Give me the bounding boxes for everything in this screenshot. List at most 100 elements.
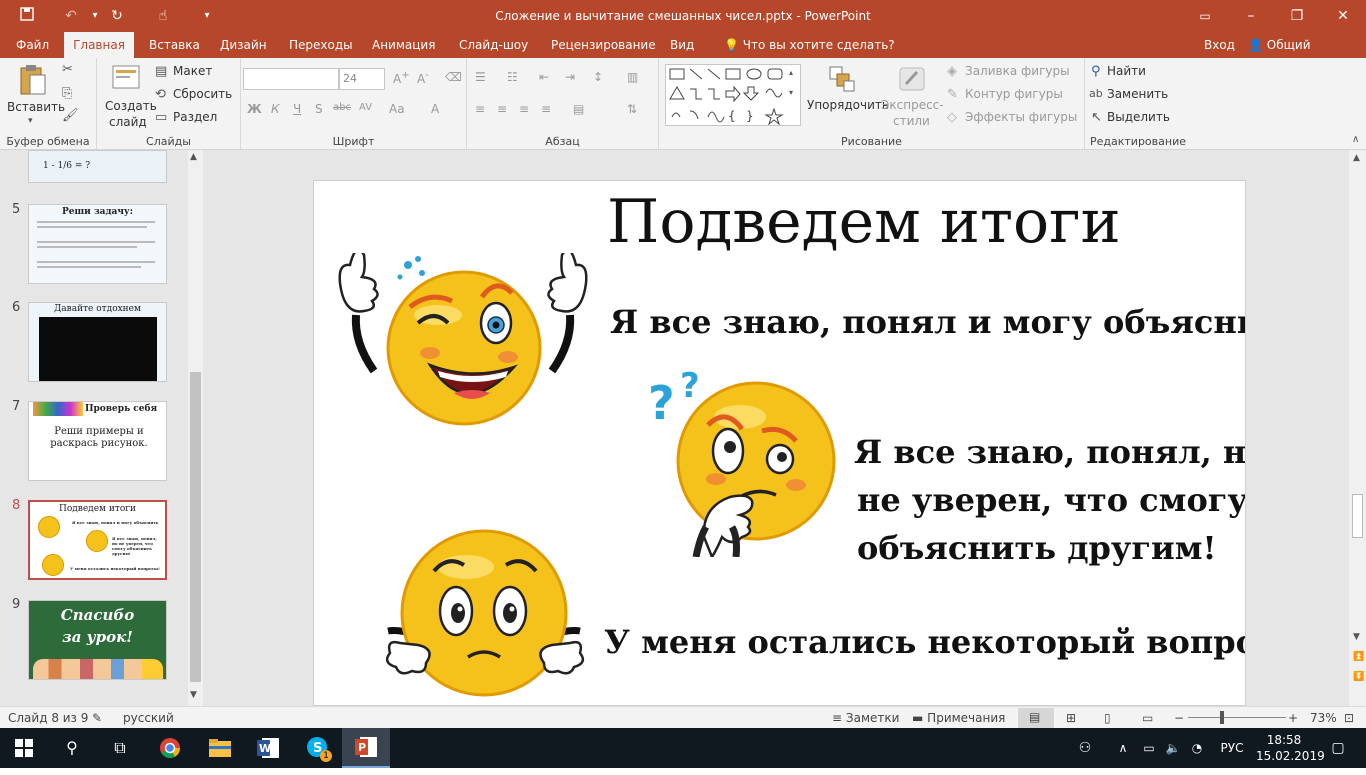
- show-hidden-icons[interactable]: ∧: [1112, 728, 1134, 768]
- canvas-scroll-thumb[interactable]: [1352, 494, 1363, 538]
- clock[interactable]: 18:58 15.02.2019: [1256, 732, 1325, 764]
- gallery-scroll-down-icon[interactable]: ▾: [789, 88, 793, 97]
- tab-slideshow[interactable]: Слайд-шоу: [451, 32, 536, 58]
- arrange-button[interactable]: Упорядочить: [807, 98, 889, 112]
- shadow-button[interactable]: S: [315, 102, 323, 116]
- next-slide-icon[interactable]: ⏬: [1353, 672, 1364, 682]
- underline-button[interactable]: Ч: [293, 102, 301, 116]
- find-button[interactable]: Найти: [1107, 64, 1146, 78]
- slide-line-2a[interactable]: Я все знаю, понял, но: [854, 433, 1245, 471]
- slide-line-1[interactable]: Я все знаю, понял и могу объяснить: [610, 303, 1245, 341]
- copy-icon[interactable]: ⎘: [62, 86, 72, 101]
- search-icon[interactable]: ⚲: [48, 728, 96, 768]
- prev-slide-icon[interactable]: ⏫: [1353, 652, 1364, 662]
- gallery-scroll-up-icon[interactable]: ▴: [789, 68, 793, 77]
- shapes-gallery[interactable]: {}: [665, 64, 801, 126]
- slide-thumbnail-8-selected[interactable]: Подведем итоги Я все знаю, понял и могу …: [28, 500, 167, 580]
- zoom-out-button[interactable]: −: [1174, 711, 1184, 725]
- bullets-icon[interactable]: ☰: [475, 70, 486, 84]
- shape-outline-button[interactable]: Контур фигуры: [965, 87, 1063, 101]
- slideshow-view-icon[interactable]: ▭: [1142, 711, 1153, 725]
- normal-view-button[interactable]: ▤: [1018, 708, 1054, 728]
- chrome-icon[interactable]: [146, 728, 194, 768]
- notes-button[interactable]: ≡ Заметки: [832, 711, 899, 725]
- grow-font-icon[interactable]: A+: [393, 70, 410, 86]
- fit-to-window-icon[interactable]: ⊡: [1344, 711, 1354, 725]
- font-size-field[interactable]: 24: [339, 68, 385, 90]
- increase-indent-icon[interactable]: ⇥: [565, 70, 575, 84]
- italic-button[interactable]: К: [271, 102, 280, 116]
- people-icon[interactable]: ⚇: [1070, 728, 1100, 768]
- battery-icon[interactable]: ▭: [1138, 728, 1160, 768]
- action-center-icon[interactable]: ▢: [1318, 728, 1358, 768]
- tab-view[interactable]: Вид: [662, 32, 702, 58]
- canvas-scrollbar[interactable]: ▲ ▼ ⏫ ⏬: [1349, 150, 1366, 706]
- select-button[interactable]: Выделить: [1107, 110, 1170, 124]
- thinking-smiley-image[interactable]: ? ?: [644, 366, 836, 560]
- paste-button[interactable]: Вставить: [7, 100, 65, 114]
- skype-icon[interactable]: S 1: [294, 728, 342, 768]
- slide-title[interactable]: Подведем итоги: [607, 187, 1121, 257]
- reading-view-icon[interactable]: ▯: [1104, 711, 1111, 725]
- numbering-icon[interactable]: ☷: [507, 70, 518, 84]
- new-slide-label-1[interactable]: Создать: [105, 99, 157, 113]
- language-indicator[interactable]: русский: [123, 711, 174, 725]
- restore-button[interactable]: ❐: [1274, 0, 1320, 32]
- word-icon[interactable]: W: [244, 728, 292, 768]
- shape-fill-button[interactable]: Заливка фигуры: [965, 64, 1070, 78]
- powerpoint-icon[interactable]: P: [342, 728, 390, 768]
- align-right-icon[interactable]: ≡: [519, 102, 529, 116]
- quick-styles-label-1[interactable]: Экспресс-: [881, 98, 944, 112]
- paste-icon[interactable]: [18, 64, 48, 100]
- slide-line-2c[interactable]: объяснить другим!: [857, 529, 1217, 567]
- clear-format-icon[interactable]: ⌫: [445, 70, 462, 84]
- canvas-scroll-up-icon[interactable]: ▲: [1353, 153, 1360, 163]
- slide-thumbnail-7[interactable]: Проверь себя Реши примеры и раскрась рис…: [28, 401, 167, 481]
- change-case-button[interactable]: Aa: [389, 102, 405, 116]
- zoom-slider-track[interactable]: [1188, 717, 1286, 718]
- close-button[interactable]: ✕: [1320, 0, 1366, 32]
- font-name-field[interactable]: [243, 68, 339, 90]
- paste-dropdown-icon[interactable]: ▾: [28, 116, 33, 126]
- tell-me-box[interactable]: 💡 Что вы хотите сделать?: [716, 32, 903, 58]
- zoom-slider-thumb[interactable]: [1220, 711, 1225, 724]
- section-button[interactable]: Раздел: [173, 110, 217, 124]
- start-button[interactable]: [0, 728, 48, 768]
- quick-styles-label-2[interactable]: стили: [893, 114, 930, 128]
- align-center-icon[interactable]: ≡: [497, 102, 507, 116]
- volume-icon[interactable]: 🔈: [1162, 728, 1184, 768]
- replace-button[interactable]: Заменить: [1107, 87, 1168, 101]
- line-spacing-icon[interactable]: ↕: [593, 70, 603, 84]
- winking-smiley-image[interactable]: [326, 248, 606, 438]
- slide-thumbnail-9[interactable]: Спасибо за урок!: [28, 600, 167, 680]
- font-color-button[interactable]: A: [431, 102, 439, 116]
- shrink-font-icon[interactable]: A-: [417, 70, 429, 86]
- strikethrough-button[interactable]: abc: [333, 102, 351, 113]
- tab-transitions[interactable]: Переходы: [281, 32, 361, 58]
- ribbon-display-icon[interactable]: ▭: [1182, 0, 1228, 32]
- task-view-icon[interactable]: ⧉: [96, 728, 144, 768]
- network-icon[interactable]: ◔: [1186, 728, 1208, 768]
- new-slide-label-2[interactable]: слайд: [109, 115, 147, 129]
- bold-button[interactable]: Ж: [247, 102, 262, 116]
- tab-review[interactable]: Рецензирование: [543, 32, 664, 58]
- thumbnail-scrollbar[interactable]: ▲ ▼: [188, 150, 203, 706]
- collapse-ribbon-icon[interactable]: ∧: [1352, 134, 1359, 145]
- shape-effects-button[interactable]: Эффекты фигуры: [965, 110, 1077, 124]
- zoom-in-button[interactable]: +: [1288, 711, 1298, 725]
- canvas-scroll-down-icon[interactable]: ▼: [1353, 632, 1360, 642]
- quick-styles-icon[interactable]: [897, 64, 927, 98]
- zoom-level[interactable]: 73%: [1310, 711, 1337, 725]
- justify-icon[interactable]: ≡: [541, 102, 551, 116]
- comments-button[interactable]: ▬ Примечания: [912, 711, 1005, 725]
- new-slide-icon[interactable]: [111, 62, 143, 96]
- tab-file[interactable]: Файл: [8, 32, 57, 58]
- slide-line-3[interactable]: У меня остались некоторый вопросы!: [604, 623, 1245, 661]
- minimize-button[interactable]: –: [1228, 0, 1274, 32]
- tab-design[interactable]: Дизайн: [212, 32, 275, 58]
- columns-icon[interactable]: ▥: [627, 70, 638, 84]
- slide-thumbnail-4[interactable]: 1 - 1/6 = ?: [28, 150, 167, 183]
- signin-link[interactable]: Вход: [1196, 32, 1243, 58]
- column-split-icon[interactable]: ▤: [573, 102, 584, 116]
- spacing-button[interactable]: AV: [359, 102, 372, 113]
